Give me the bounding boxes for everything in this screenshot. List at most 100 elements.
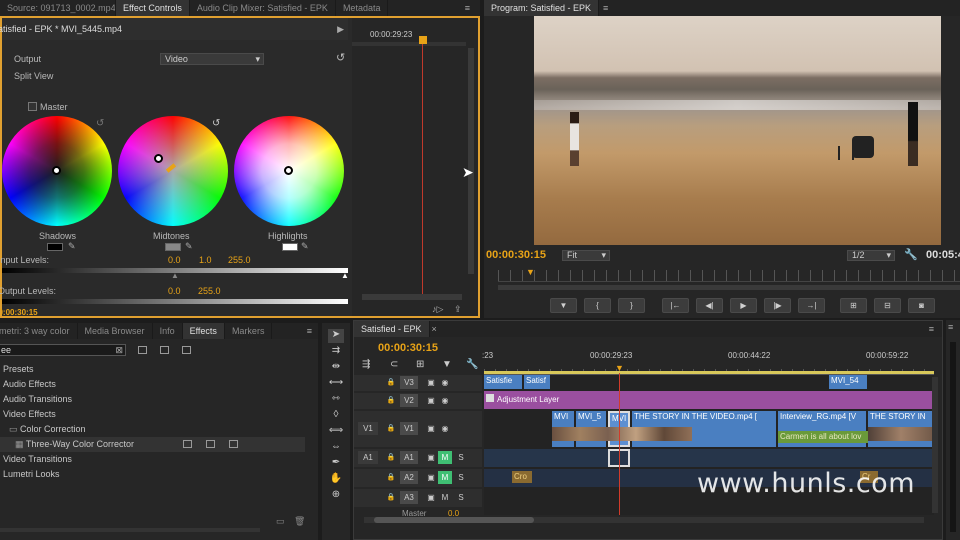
eye-icon[interactable]: ◉ (438, 422, 452, 435)
caption-clip[interactable]: Carmen is all about lov (778, 431, 868, 443)
highlights-eyedropper-icon[interactable]: ✎ (301, 241, 309, 252)
eye-icon[interactable]: ◉ (438, 394, 452, 407)
track-target-button[interactable]: A2 (400, 471, 418, 484)
sync-lock-icon[interactable]: ▣ (424, 471, 438, 484)
hand-tool-icon[interactable]: ✋ (328, 473, 344, 487)
effects-list-item[interactable]: Audio Transitions (0, 392, 305, 407)
shadows-eyedropper-icon[interactable]: ✎ (68, 241, 76, 252)
effects-list-item[interactable]: ▦ Three-Way Color Corrector (0, 437, 305, 452)
tab-source[interactable]: Source: 091713_0002.mp4 (0, 0, 116, 16)
overwrite-icon[interactable]: ⊟ (874, 298, 901, 313)
output-dropdown[interactable]: Video ▾ (160, 53, 264, 65)
tab-audio-clip-mixer[interactable]: Audio Clip Mixer: Satisfied - EPK (190, 0, 336, 16)
track-select-tool-icon[interactable]: ⇉ (328, 345, 344, 359)
export-icon[interactable]: ♪▷ (432, 304, 443, 315)
reset-icon[interactable]: ↺ (336, 51, 345, 64)
source-patch-button[interactable]: A1 (358, 451, 378, 464)
tab-effect-controls[interactable]: Effect Controls (116, 0, 190, 16)
timeline-vscroll[interactable] (932, 377, 938, 513)
shadows-wheel[interactable] (2, 116, 112, 226)
close-tab-icon[interactable]: × (432, 324, 437, 334)
effects-list-item[interactable]: Video Transitions (0, 452, 305, 467)
rolling-edit-tool-icon[interactable]: ⟷ (328, 377, 344, 391)
effects-list-item[interactable]: Video Effects (0, 407, 305, 422)
new-bin-icon[interactable]: ▭ (276, 516, 285, 527)
sync-lock-icon[interactable]: ▣ (424, 394, 438, 407)
tab-media-browser[interactable]: Media Browser (78, 323, 153, 339)
track-target-button[interactable]: A1 (400, 451, 418, 464)
mark-in-icon[interactable]: { (584, 298, 611, 313)
solo-button[interactable]: S (454, 451, 468, 464)
output-levels-gradient[interactable] (2, 299, 348, 304)
resolution-dropdown[interactable]: 1/2 ▾ (847, 250, 895, 261)
mini-playhead-marker[interactable] (419, 36, 427, 44)
program-playhead-icon[interactable]: ▼ (526, 267, 535, 277)
32bit-filter-icon[interactable] (160, 344, 169, 354)
slide-tool-icon[interactable]: ⇔ (328, 441, 344, 455)
share-icon[interactable]: ⇪ (454, 304, 462, 315)
accelerated-filter-icon[interactable] (138, 344, 147, 354)
timeline-menu-icon[interactable]: ≡ (929, 324, 934, 334)
solo-button[interactable]: S (454, 471, 468, 484)
tab-metadata[interactable]: Metadata (336, 0, 389, 16)
clip-adjustment-layer[interactable]: Adjustment Layer (484, 391, 934, 409)
insert-icon[interactable]: ⊞ (840, 298, 867, 313)
clip-v3-1[interactable]: Satisfie (484, 375, 522, 389)
tab-lumetri[interactable]: Lumetri: 3 way color (0, 323, 78, 339)
track-target-button[interactable]: V1 (400, 422, 418, 435)
link-icon[interactable]: ⊂ (390, 359, 398, 370)
eye-icon[interactable]: ◉ (438, 376, 452, 389)
tab-effects[interactable]: Effects (182, 323, 225, 339)
lock-icon[interactable]: 🔒 (384, 422, 398, 435)
output-level-white[interactable]: 255.0 (198, 286, 221, 296)
work-area-bar[interactable] (484, 371, 934, 374)
effects-menu-icon[interactable]: ≡ (307, 326, 312, 336)
master-track-value[interactable]: 0.0 (448, 509, 459, 518)
go-to-in-icon[interactable]: |← (662, 298, 689, 313)
razor-tool-icon[interactable]: ◊ (328, 409, 344, 423)
input-level-black[interactable]: 0.0 (168, 255, 181, 265)
fit-dropdown[interactable]: Fit ▾ (562, 250, 610, 261)
delete-icon[interactable]: 🗑 (294, 516, 305, 527)
pen-tool-icon[interactable]: ✒ (328, 457, 344, 471)
track-target-button[interactable]: V3 (400, 376, 418, 389)
program-video-frame[interactable] (534, 16, 941, 245)
mute-button[interactable]: M (438, 471, 452, 484)
track-target-button[interactable]: V2 (400, 394, 418, 407)
program-timecode[interactable]: 00:00:30:15 (486, 249, 546, 261)
wrench-icon[interactable]: 🔧 (904, 248, 918, 261)
tab-program[interactable]: Program: Satisfied - EPK (484, 0, 600, 16)
rate-stretch-tool-icon[interactable]: ⇿ (328, 393, 344, 407)
camera-icon[interactable]: ◙ (908, 298, 935, 313)
lock-icon[interactable]: 🔒 (384, 471, 398, 484)
mark-out-icon[interactable]: } (618, 298, 645, 313)
slip-tool-icon[interactable]: ⟺ (328, 425, 344, 439)
source-patch-button[interactable]: V1 (358, 422, 378, 435)
effects-list-item[interactable]: Audio Effects (0, 377, 305, 392)
lock-icon[interactable]: 🔒 (384, 451, 398, 464)
highlights-swatch[interactable] (282, 243, 298, 251)
snap-icon[interactable]: ⇶ (362, 359, 370, 370)
marker-icon[interactable]: ▼ (550, 298, 577, 313)
step-back-icon[interactable]: ◀| (696, 298, 723, 313)
timeline-playhead-icon[interactable]: ▼ (615, 363, 624, 373)
mute-button[interactable]: M (438, 491, 452, 504)
effects-list-item[interactable]: ▭ Color Correction (0, 422, 305, 437)
settings-wrench-icon[interactable]: 🔧 (466, 359, 478, 370)
lock-icon[interactable]: 🔒 (384, 376, 398, 389)
audio-clip-cro[interactable]: Cro (512, 471, 532, 483)
highlights-wheel[interactable] (234, 116, 344, 226)
tab-sequence[interactable]: Satisfied - EPK (354, 321, 430, 337)
midtones-reset-icon[interactable]: ↺ (212, 118, 220, 129)
effects-search-input[interactable]: ee ⊠ (0, 344, 126, 356)
shadows-reset-icon[interactable]: ↺ (96, 118, 104, 129)
effects-list-item[interactable]: Presets (0, 362, 305, 377)
sync-lock-icon[interactable]: ▣ (424, 451, 438, 464)
output-level-black[interactable]: 0.0 (168, 286, 181, 296)
sync-lock-icon[interactable]: ▣ (424, 422, 438, 435)
effect-controls-timecode[interactable]: 00:00:30:15 (0, 308, 38, 317)
tab-info[interactable]: Info (153, 323, 183, 339)
clear-search-icon[interactable]: ⊠ (115, 345, 123, 355)
yuv-filter-icon[interactable] (182, 344, 191, 354)
panel-menu-icon[interactable]: ≡ (465, 3, 470, 13)
